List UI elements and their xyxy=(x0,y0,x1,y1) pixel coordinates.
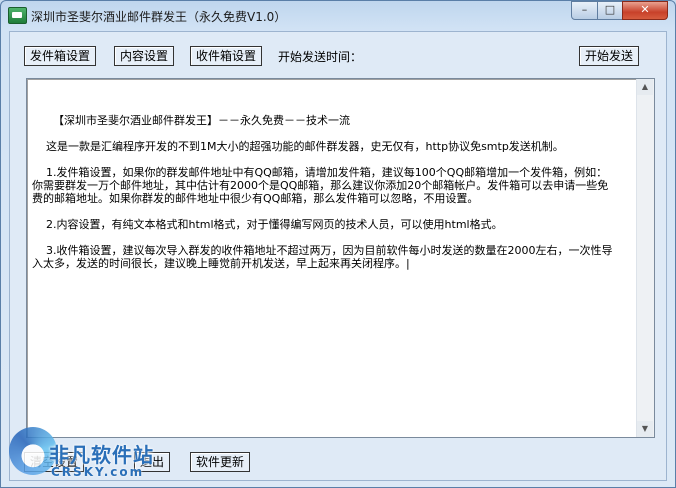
main-window: 深圳市圣斐尔酒业邮件群发王（永久免费V1.0） – □ ✕ 发件箱设置 内容设置… xyxy=(0,0,676,488)
content-text: 【深圳市圣斐尔酒业邮件群发王】－－永久免费－－技术一流 这是一款是汇编程序开发的… xyxy=(32,114,613,270)
start-send-button[interactable]: 开始发送 xyxy=(579,46,640,66)
vertical-scrollbar[interactable]: ▲ ▼ xyxy=(636,79,654,437)
content-settings-button[interactable]: 内容设置 xyxy=(114,46,175,66)
start-time-label: 开始发送时间： xyxy=(278,50,363,64)
close-button[interactable]: ✕ xyxy=(622,1,668,20)
minimize-button[interactable]: – xyxy=(571,1,598,20)
window-title: 深圳市圣斐尔酒业邮件群发王（永久免费V1.0） xyxy=(31,10,287,24)
content-textarea[interactable]: 【深圳市圣斐尔酒业邮件群发王】－－永久免费－－技术一流 这是一款是汇编程序开发的… xyxy=(26,78,655,438)
scroll-down-icon[interactable]: ▼ xyxy=(637,421,653,437)
watermark: 非凡软件站 CRSKY.com xyxy=(9,425,179,485)
sender-settings-button[interactable]: 发件箱设置 xyxy=(24,46,97,66)
app-mail-icon xyxy=(8,7,27,24)
watermark-text: 非凡软件站 xyxy=(49,443,154,467)
client-area: 发件箱设置 内容设置 收件箱设置 开始发送时间： 开始发送 【深圳市圣斐尔酒业邮… xyxy=(9,31,667,481)
watermark-subtext: CRSKY.com xyxy=(51,465,145,479)
software-update-button[interactable]: 软件更新 xyxy=(190,452,251,472)
recipient-settings-button[interactable]: 收件箱设置 xyxy=(190,46,263,66)
title-bar[interactable]: 深圳市圣斐尔酒业邮件群发王（永久免费V1.0） – □ ✕ xyxy=(1,1,675,31)
maximize-button[interactable]: □ xyxy=(597,1,623,20)
scroll-up-icon[interactable]: ▲ xyxy=(637,79,653,95)
